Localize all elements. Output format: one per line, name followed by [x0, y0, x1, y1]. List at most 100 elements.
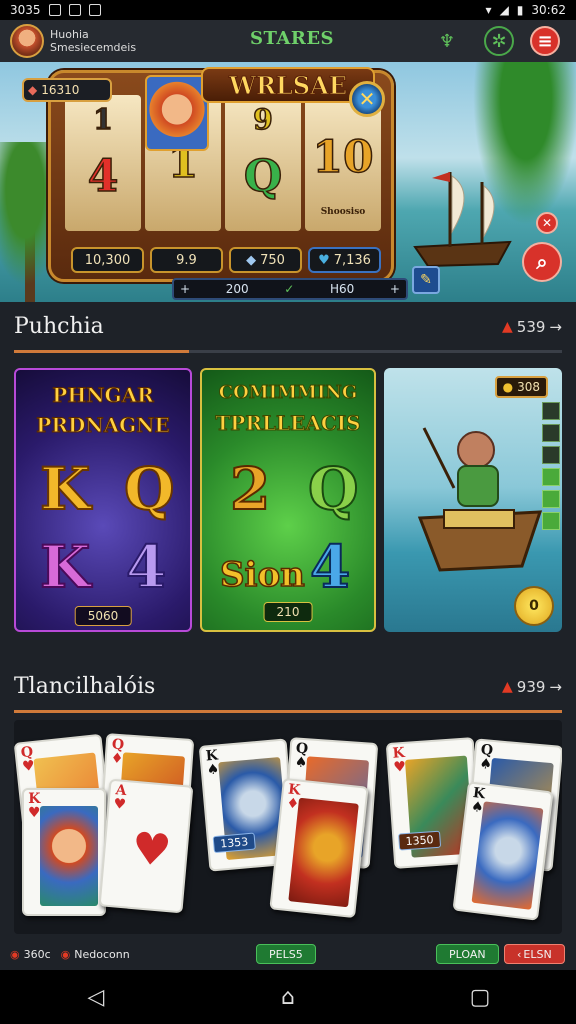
tile-3-side-bar	[542, 402, 560, 530]
recents-icon[interactable]: ▢	[465, 982, 495, 1012]
tile-1-symbol-q: Q	[123, 455, 176, 523]
bet-secondary: H60	[329, 282, 355, 296]
gem-icon: ◆	[28, 83, 38, 97]
section-1-see-all[interactable]: ▲ 539 →	[502, 318, 562, 336]
section-2-see-all[interactable]: ▲ 939 →	[502, 678, 562, 696]
counter-multiplier: 9.9	[150, 247, 223, 273]
section-1-count: 539	[516, 317, 546, 336]
section-1-title: Puhchia	[14, 314, 104, 339]
game-tile-1[interactable]: PHNGAR PRDNAGNE K Q K 4 5060	[14, 368, 192, 632]
status-bar: 3035 ▾ ◢ ▮ 30:62	[0, 0, 576, 20]
counter-total: ♥ 7,136	[308, 247, 381, 273]
trophy-icon[interactable]: ♆	[432, 26, 462, 56]
pencil-icon: ✎	[420, 272, 432, 288]
section-header-2: Tlancilhalóis ▲ 939 →	[14, 674, 562, 699]
arrow-right-icon: →	[549, 677, 562, 696]
gear-icon[interactable]: ✲	[484, 26, 514, 56]
user-name: Huohia	[50, 28, 89, 41]
status-time-right: 30:62	[531, 3, 566, 17]
fire-icon: ▲	[502, 678, 513, 695]
pirate-ship	[413, 172, 512, 268]
bet-slider[interactable]: + 200 ✓ H60 +	[172, 278, 408, 300]
location-icon-2: ◉	[60, 947, 71, 961]
footer-center-button[interactable]: PELS5	[256, 944, 316, 964]
wifi-icon: ▾	[485, 3, 492, 17]
footer-left-2[interactable]: Nedoconn	[74, 948, 129, 961]
app-icon	[88, 4, 101, 16]
signal-icon: ◢	[499, 3, 509, 17]
hamburger-icon[interactable]: ≡	[530, 26, 560, 56]
notification-icon	[48, 4, 61, 16]
section-2-title: Tlancilhalóis	[14, 674, 156, 699]
bet-value: 200	[225, 282, 249, 296]
edit-bet-button[interactable]: ✎	[412, 266, 440, 294]
card-ace-hearts[interactable]: A ♥ ♥	[98, 778, 194, 914]
tile-2-pill: 210	[263, 602, 313, 622]
compass-icon[interactable]: ✕	[349, 81, 385, 117]
system-nav-bar: ◁ ⌂ ▢	[0, 970, 576, 1024]
game-tile-3[interactable]: ● 308 0	[384, 368, 562, 632]
card-king-hearts[interactable]: K ♥	[22, 788, 106, 916]
tile-2-symbol-4: 4	[309, 533, 351, 601]
back-icon[interactable]: ◁	[81, 982, 111, 1012]
slot-counters: 10,300 9.9 ◆ 750 ♥ 7,136	[71, 247, 381, 273]
info-fab[interactable]: ✕	[536, 212, 558, 234]
footer-red-button[interactable]: ‹ ELSN	[504, 944, 565, 964]
jackpot-display: ◆ 16310	[22, 78, 112, 102]
search-icon: ⌕	[536, 250, 548, 274]
counter-gems: ◆ 750	[229, 247, 302, 273]
card-tag-1: 1353	[212, 832, 256, 854]
bet-increase[interactable]: +	[390, 282, 400, 296]
counter-coins: 10,300	[71, 247, 144, 273]
home-icon[interactable]: ⌂	[273, 982, 303, 1012]
card-king-spades-2[interactable]: K ♠	[452, 781, 554, 921]
slot-reels: 1 4 1 9 Q 10 Shoosiso	[65, 95, 381, 231]
footer-left-1[interactable]: 360c	[24, 948, 51, 961]
status-time-left: 3035	[10, 3, 41, 17]
bottom-action-bar: ◉ 360c ◉ Nedoconn PELS5 PLOAN ‹ ELSN	[0, 938, 576, 970]
bet-check-icon: ✓	[284, 282, 295, 296]
coin-icon: ●	[502, 380, 514, 394]
user-info[interactable]: Huohia Smesiecemdeis	[50, 28, 136, 54]
tile-1-title-2: PRDNAGNE	[36, 413, 170, 438]
reel-3: 9 Q	[225, 95, 301, 231]
user-subtitle: Smesiecemdeis	[50, 41, 137, 54]
gem-icon: ◆	[246, 252, 257, 268]
card-king-diamonds[interactable]: K ♦	[269, 777, 369, 919]
tile-2-title-2: TPRLLEACIS	[215, 411, 361, 436]
featured-slot-banner[interactable]: 1 4 1 9 Q 10 Shoosiso WRLSAE ✕ 10,300 9.…	[0, 62, 576, 302]
reel-1-symbol: 4	[87, 150, 119, 202]
tile-1-symbol-k2: K	[39, 533, 91, 601]
image-icon	[68, 4, 81, 16]
tile-1-title-1: PHNGAR	[52, 383, 154, 408]
bet-decrease[interactable]: +	[180, 282, 190, 296]
app-header: Huohia Smesiecemdeis STARES ♆ ✲ ≡	[0, 20, 576, 62]
card-tag-2: 1350	[398, 830, 442, 851]
footer-green-button[interactable]: PLOAN	[436, 944, 499, 964]
tile-1-symbol-4: 4	[125, 533, 167, 601]
game-tile-2[interactable]: COMIMMING TPRLLEACIS 2 Q Sion 4 210	[200, 368, 376, 632]
tile-1-symbol-k: K	[39, 455, 91, 523]
search-fab[interactable]: ⌕	[522, 242, 562, 282]
tile-2-symbol-sion: Sion	[219, 554, 305, 596]
section-2-underline	[14, 710, 562, 713]
reel-4-caption: Shoosiso	[320, 207, 366, 218]
fisherman-boat	[417, 427, 543, 572]
fire-icon: ▲	[502, 318, 513, 335]
tile-3-coin-button[interactable]: 0	[514, 586, 554, 626]
tile-2-symbol-q: Q	[307, 455, 360, 523]
section-1-underline	[14, 350, 562, 353]
heart-icon: ♥	[318, 252, 330, 268]
section-2-count: 939	[516, 677, 546, 696]
location-icon: ◉	[10, 947, 20, 961]
cards-carousel[interactable]: Q ♥ Q ♦ K ♥ A ♥ ♥ K ♠ 1353 Q ♠ K ♦ K ♥ 1350 Q ♠ K…	[14, 720, 562, 934]
section-header-1: Puhchia ▲ 539 →	[14, 314, 562, 339]
battery-icon: ▮	[516, 3, 524, 17]
reel-1-top: 1	[92, 102, 113, 136]
tile-2-title-1: COMIMMING	[218, 382, 358, 404]
tile-2-symbol-2: 2	[229, 455, 271, 523]
brand-title: STARES	[250, 28, 335, 49]
avatar[interactable]	[10, 24, 44, 58]
reel-3-top: 9	[252, 102, 273, 136]
character-portrait	[145, 75, 209, 151]
